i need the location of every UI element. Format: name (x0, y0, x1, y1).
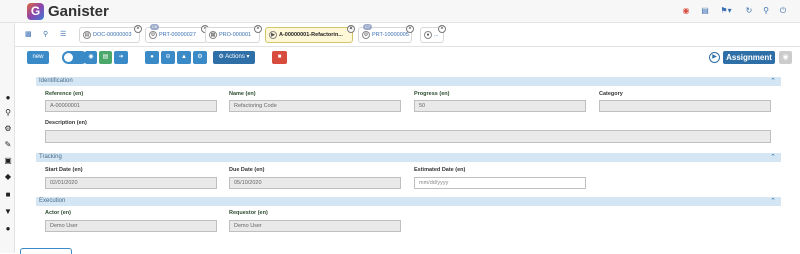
tab-more[interactable]: ●... × (420, 25, 446, 43)
actions-dropdown[interactable]: ⚙ Actions ▾ (213, 51, 255, 64)
estimated-date-field[interactable]: mm/dd/yyyy (414, 177, 586, 189)
toolbar: new ◉ ▤ ➜ ● ⊖ ▲ ⚙ ⚙ Actions ▾ ■ ▶ Assign… (15, 47, 800, 67)
close-icon[interactable]: × (134, 25, 142, 33)
due-date-field[interactable]: 05/10/2020 (229, 177, 401, 189)
description-label: Description (en) (45, 120, 87, 126)
doc-icon: ▤ (83, 30, 91, 39)
reference-label: Reference (en) (45, 91, 84, 97)
gear-icon: ⚙ (362, 30, 370, 39)
section-tracking[interactable]: Tracking ⌃ (36, 153, 781, 162)
users-icon[interactable]: ● (3, 224, 13, 234)
power-icon[interactable]: ⏻ (778, 6, 788, 16)
tab-pro-000001[interactable]: ▦ PRO-000001 × (205, 25, 262, 43)
gears-icon[interactable]: ⚙ (3, 124, 13, 134)
requestor-field[interactable]: Demo User (229, 220, 401, 232)
requestor-label: Requestor (en) (229, 210, 268, 216)
chevron-up-icon[interactable]: ⌃ (770, 77, 776, 86)
search-user-icon[interactable]: ⚲ (3, 108, 13, 118)
tab-prt-00000027[interactable]: C6 ⚙PRT-00000027 × (145, 24, 209, 43)
close-icon[interactable]: × (254, 25, 262, 33)
assignment-button[interactable]: Assignment (723, 51, 775, 64)
save-button[interactable]: ▤ (99, 51, 112, 64)
due-date-label: Due Date (en) (229, 167, 265, 173)
description-field[interactable] (45, 130, 771, 143)
category-label: Category (599, 91, 623, 97)
close-icon[interactable]: × (406, 25, 414, 33)
view-button[interactable]: ◉ (85, 51, 97, 64)
rss-icon[interactable]: ◉ (779, 51, 792, 64)
flag-en-icon[interactable]: ⚑▾ (718, 6, 734, 16)
cart-icon[interactable]: ▼ (3, 207, 13, 217)
reference-field[interactable]: A-00000001 (45, 100, 217, 112)
toggle-knob (64, 53, 73, 62)
category-field[interactable] (599, 100, 771, 112)
chevron-up-icon[interactable]: ⌃ (770, 153, 776, 162)
start-date-field[interactable]: 02/01/2020 (45, 177, 217, 189)
bottom-panel-tab[interactable] (20, 248, 72, 254)
factory-icon[interactable]: ▣ (3, 156, 13, 166)
estimated-date-label: Estimated Date (en) (414, 167, 466, 173)
progress-field[interactable]: 50 (414, 100, 586, 112)
gear-icon: ⚙ (149, 30, 157, 39)
export-button[interactable]: ➜ (114, 51, 128, 64)
settings-button[interactable]: ⚙ (193, 51, 207, 64)
left-rail: G ● ⚲ ⚙ ✎ ▣ ◆ ■ ▼ ● (0, 0, 15, 253)
close-icon[interactable]: × (347, 25, 355, 33)
user-icon: ● (424, 30, 432, 39)
actor-field[interactable]: Demo User (45, 220, 217, 232)
name-label: Name (en) (229, 91, 256, 97)
notification-icon[interactable]: ◉ (681, 6, 691, 16)
list-icon[interactable]: ☰ (60, 30, 66, 38)
delete-button[interactable]: ■ (272, 51, 287, 64)
document-icon[interactable]: ▤ (700, 6, 710, 16)
ganister-logo-icon[interactable]: G (27, 3, 44, 20)
assign-user-button[interactable]: ● (145, 51, 159, 64)
section-identification[interactable]: Identification ⌃ (36, 77, 781, 86)
pencil-icon[interactable]: ✎ (3, 140, 13, 150)
tab-bar: ▩ ⚲ ☰ ▤DOC-00000003 × C6 ⚙PRT-00000027 ×… (15, 23, 800, 47)
chevron-up-icon[interactable]: ⌃ (770, 197, 776, 206)
start-date-label: Start Date (en) (45, 167, 83, 173)
progress-label: Progress (en) (414, 91, 450, 97)
tab-doc-00000003[interactable]: ▤ DOC-00000003 × (79, 25, 142, 43)
play-icon: ▶ (269, 30, 277, 39)
section-execution[interactable]: Execution ⌃ (36, 197, 781, 206)
search-icon[interactable]: ⚲ (761, 6, 771, 16)
warning-button[interactable]: ▲ (177, 51, 191, 64)
tab-prt-10000005[interactable]: C7 ⚙ PRT-10000005 × (358, 24, 414, 43)
chart-icon[interactable]: ▩ (25, 30, 32, 38)
play-icon[interactable]: ▶ (709, 52, 720, 63)
tab-a-00000001[interactable]: ▶ A-00000001-Refactorin... × (265, 25, 355, 43)
user-icon[interactable]: ● (3, 93, 13, 103)
folder-icon[interactable]: ■ (3, 190, 13, 200)
minus-button[interactable]: ⊖ (161, 51, 175, 64)
search-icon[interactable]: ⚲ (43, 30, 48, 38)
app-title: Ganister (48, 3, 109, 20)
refresh-icon[interactable]: ↻ (744, 6, 754, 16)
close-icon[interactable]: × (438, 25, 446, 33)
new-button[interactable]: new (27, 51, 49, 64)
actor-label: Actor (en) (45, 210, 71, 216)
top-bar: G Ganister ◉ ▤ ⚑▾ ↻ ⚲ ⏻ (0, 0, 800, 23)
name-field[interactable]: Refactoring Code (229, 100, 401, 112)
process-icon: ▦ (209, 30, 217, 39)
tag-icon[interactable]: ◆ (3, 172, 13, 182)
